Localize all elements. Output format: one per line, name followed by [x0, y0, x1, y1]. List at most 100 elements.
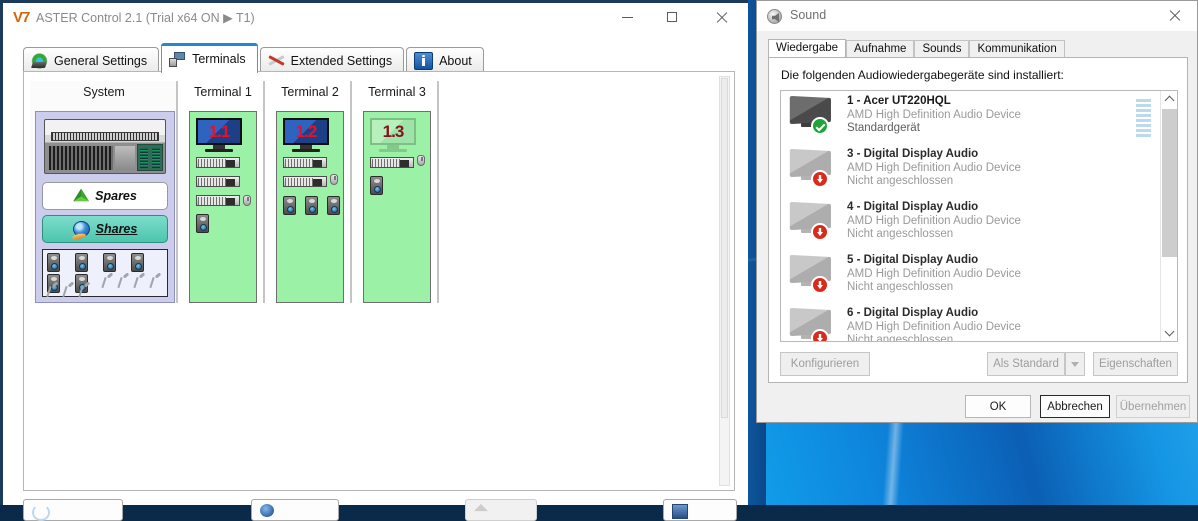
scroll-down-button[interactable] — [1161, 324, 1177, 341]
close-button[interactable] — [696, 3, 748, 33]
maximize-button[interactable] — [650, 3, 696, 33]
device-driver: AMD High Definition Audio Device — [847, 109, 1021, 121]
server-ports — [49, 146, 113, 170]
monitor-icon[interactable]: 1.2 — [283, 118, 329, 152]
cancel-button[interactable]: Abbrechen — [1040, 395, 1110, 418]
terminal-2-device-area[interactable]: 1.2 — [276, 111, 344, 303]
keyboard-icon[interactable] — [283, 176, 327, 187]
terminal-column-1[interactable]: Terminal 1 1.1 — [183, 81, 265, 303]
microphone-icon[interactable] — [78, 283, 90, 297]
mouse-icon[interactable] — [243, 195, 251, 206]
bottom-button-1[interactable] — [23, 499, 123, 521]
tab-general-settings[interactable]: General Settings — [23, 47, 160, 73]
tab-label: Terminals — [192, 51, 246, 66]
mouse-icon[interactable] — [417, 155, 425, 166]
set-default-button[interactable]: Als Standard — [987, 352, 1065, 376]
tab-extended-settings[interactable]: Extended Settings — [259, 47, 405, 73]
microphone-icon[interactable] — [62, 283, 74, 297]
terminal-3-device-area[interactable]: 1.3 — [363, 111, 431, 303]
bottom-button-2[interactable] — [251, 499, 339, 521]
system-column[interactable]: System Spares Shares — [30, 81, 178, 303]
aster-tab-strip: General Settings Terminals Extended Sett… — [23, 43, 486, 73]
sound-close-button[interactable] — [1153, 1, 1197, 31]
playback-device-list[interactable]: 1 - Acer UT220HQL AMD High Definition Au… — [780, 90, 1178, 342]
speaker-icon[interactable] — [131, 253, 144, 272]
speaker-icon[interactable] — [196, 214, 209, 233]
monitor-screen: 1.2 — [283, 118, 329, 145]
microphone-icon[interactable] — [46, 283, 58, 297]
sound-tab-strip: Wiedergabe Aufnahme Sounds Kommunikation — [768, 39, 1065, 58]
list-item[interactable]: 6 - Digital Display Audio AMD High Defin… — [781, 303, 1177, 342]
keyboard-icon[interactable] — [196, 157, 240, 168]
disconnected-badge-icon — [811, 329, 829, 341]
speaker-icon[interactable] — [283, 196, 296, 215]
device-name: 6 - Digital Display Audio — [847, 307, 979, 319]
keyboard-icon[interactable] — [196, 195, 240, 206]
monitor-icon[interactable]: 1.1 — [196, 118, 242, 152]
upload-icon — [474, 504, 488, 512]
scrollbar-thumb[interactable] — [721, 78, 728, 418]
keyboard-icon[interactable] — [283, 157, 327, 168]
monitor-icon[interactable]: 1.3 — [370, 118, 416, 152]
microphone-icon[interactable] — [117, 274, 129, 288]
configure-button[interactable]: Konfigurieren — [780, 352, 870, 376]
minimize-button[interactable] — [604, 3, 650, 33]
shares-pool-button[interactable]: Shares — [42, 215, 168, 243]
list-item[interactable]: 1 - Acer UT220HQL AMD High Definition Au… — [781, 91, 1177, 144]
monitor-screen: 1.1 — [196, 118, 242, 145]
device-driver: AMD High Definition Audio Device — [847, 268, 1021, 280]
terminal-column-3[interactable]: Terminal 3 1.3 — [357, 81, 439, 303]
microphone-icon[interactable] — [133, 274, 145, 288]
speaker-icon[interactable] — [47, 253, 60, 272]
device-status: Nicht angeschlossen — [847, 334, 954, 342]
speaker-icon[interactable] — [305, 196, 318, 215]
speaker-icon — [767, 9, 782, 24]
speaker-icon[interactable] — [103, 253, 116, 272]
bottom-button-3[interactable] — [465, 499, 537, 521]
keyboard-icon[interactable] — [196, 176, 240, 187]
tab-sounds[interactable]: Sounds — [914, 40, 970, 58]
sound-dialog-title: Sound — [790, 8, 827, 22]
keyboard-icon[interactable] — [370, 157, 414, 168]
device-driver: AMD High Definition Audio Device — [847, 162, 1021, 174]
monitor-audio-icon — [789, 148, 837, 188]
set-default-dropdown-button[interactable] — [1065, 352, 1085, 376]
speaker-icon[interactable] — [327, 196, 340, 215]
recycle-icon — [73, 188, 90, 202]
monitor-base — [292, 149, 320, 152]
server-image — [44, 119, 166, 174]
panel-vertical-scrollbar[interactable] — [719, 76, 730, 486]
tab-aufnahme[interactable]: Aufnahme — [846, 40, 915, 58]
speaker-icon[interactable] — [370, 176, 383, 195]
list-item[interactable]: 5 - Digital Display Audio AMD High Defin… — [781, 250, 1177, 303]
ok-button[interactable]: OK — [965, 395, 1031, 418]
terminal-1-device-area[interactable]: 1.1 — [189, 111, 257, 303]
close-icon — [715, 11, 728, 24]
spares-pool-button[interactable]: Spares — [42, 182, 168, 210]
tab-terminals[interactable]: Terminals — [161, 43, 258, 73]
properties-button[interactable]: Eigenschaften — [1093, 352, 1178, 376]
tab-about[interactable]: About — [406, 47, 484, 73]
tab-wiedergabe[interactable]: Wiedergabe — [768, 39, 847, 58]
microphone-icon[interactable] — [149, 274, 161, 288]
close-icon — [1168, 9, 1181, 22]
sound-titlebar: Sound — [757, 1, 1197, 31]
terminal-column-2[interactable]: Terminal 2 1.2 — [270, 81, 352, 303]
list-item[interactable]: 3 - Digital Display Audio AMD High Defin… — [781, 144, 1177, 197]
scrollbar-thumb[interactable] — [1162, 109, 1177, 257]
mouse-icon[interactable] — [330, 174, 338, 185]
terminal-3-header: Terminal 3 — [368, 85, 426, 99]
apply-button[interactable]: Übernehmen — [1116, 395, 1190, 418]
tab-kommunikation[interactable]: Kommunikation — [969, 40, 1065, 58]
system-device-area[interactable]: Spares Shares — [35, 111, 175, 303]
shared-device-tray[interactable] — [42, 249, 168, 297]
bottom-button-4[interactable] — [663, 499, 737, 521]
list-item[interactable]: 4 - Digital Display Audio AMD High Defin… — [781, 197, 1177, 250]
scroll-up-button[interactable] — [1161, 91, 1177, 108]
device-list-scrollbar[interactable] — [1160, 91, 1177, 341]
monitor-label: 1.1 — [208, 122, 231, 141]
device-name: 3 - Digital Display Audio — [847, 148, 979, 160]
device-name: 5 - Digital Display Audio — [847, 254, 979, 266]
speaker-icon[interactable] — [75, 253, 88, 272]
microphone-icon[interactable] — [101, 274, 113, 288]
